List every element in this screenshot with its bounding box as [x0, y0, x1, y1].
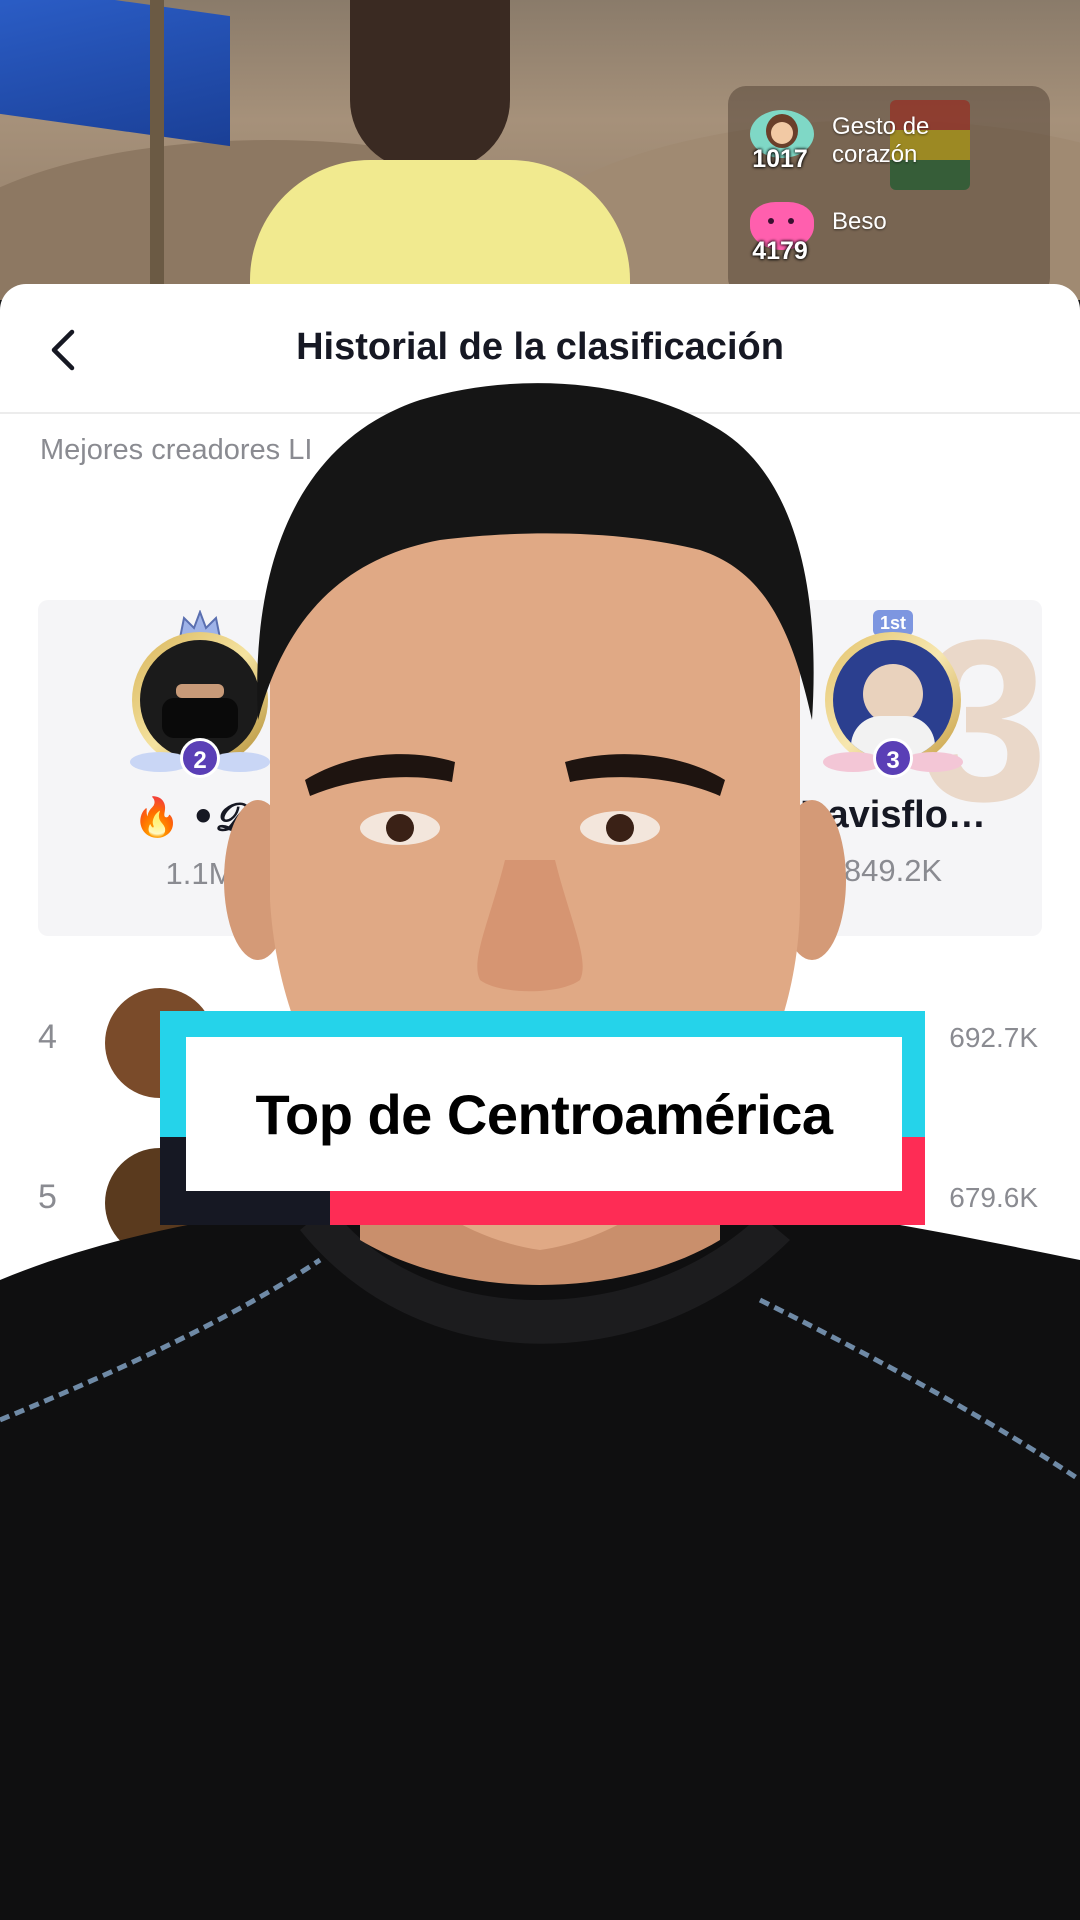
flag-pole: [150, 0, 164, 300]
row-score: 692.7K: [949, 1022, 1038, 1053]
row-rank: 4: [38, 1018, 57, 1056]
sheet-header: Historial de la clasificación: [0, 284, 1080, 414]
gift-label: Gesto de corazón: [832, 113, 930, 168]
blue-flag: [0, 0, 230, 147]
page-title: Historial de la clasificación: [296, 326, 784, 368]
gift-item: 1017 Gesto de corazón: [746, 110, 930, 173]
rank-badge: 3: [873, 738, 913, 778]
row-rank: 5: [38, 1178, 57, 1216]
creator-name: 🔥 •𝓓𝓪: [133, 794, 267, 839]
caption-panel: Top de Centroamérica: [186, 1037, 902, 1191]
podium-card: 3 2 🔥 •𝓓𝓪 1.1M 1st 3 Davisflo… 849.2K: [38, 600, 1042, 936]
caption-box: Top de Centroamérica: [160, 1011, 925, 1225]
section-label: Mejores creadores LI: [40, 434, 313, 466]
rank-badge: 2: [180, 738, 220, 778]
creator-score: 1.1M: [165, 856, 235, 891]
gift-count: 4179: [752, 237, 808, 265]
heart-gesture-girl-icon: 1017: [746, 110, 818, 173]
avatar-frame: 1st 3: [803, 610, 983, 790]
creator-name: Davisflo…: [800, 794, 986, 836]
avatar-frame: 2: [110, 610, 290, 790]
gift-item: 4179 Beso: [746, 202, 887, 265]
podium-slot-3[interactable]: 1st 3 Davisflo… 849.2K: [778, 610, 1008, 889]
streamer-shirt: [250, 160, 630, 300]
kiss-heart-icon: 4179: [746, 202, 818, 265]
gift-label: Beso: [832, 208, 887, 235]
podium-slot-2[interactable]: 2 🔥 •𝓓𝓪 1.1M: [100, 610, 300, 892]
streamer-head: [350, 0, 510, 170]
gift-count: 1017: [752, 145, 808, 173]
gift-panel: 1017 Gesto de corazón 4179 Beso: [728, 86, 1050, 296]
fire-icon: 🔥: [133, 797, 181, 839]
creator-score: 849.2K: [843, 853, 943, 888]
row-score: 679.6K: [949, 1182, 1038, 1213]
caption-text: Top de Centroamérica: [255, 1082, 833, 1146]
